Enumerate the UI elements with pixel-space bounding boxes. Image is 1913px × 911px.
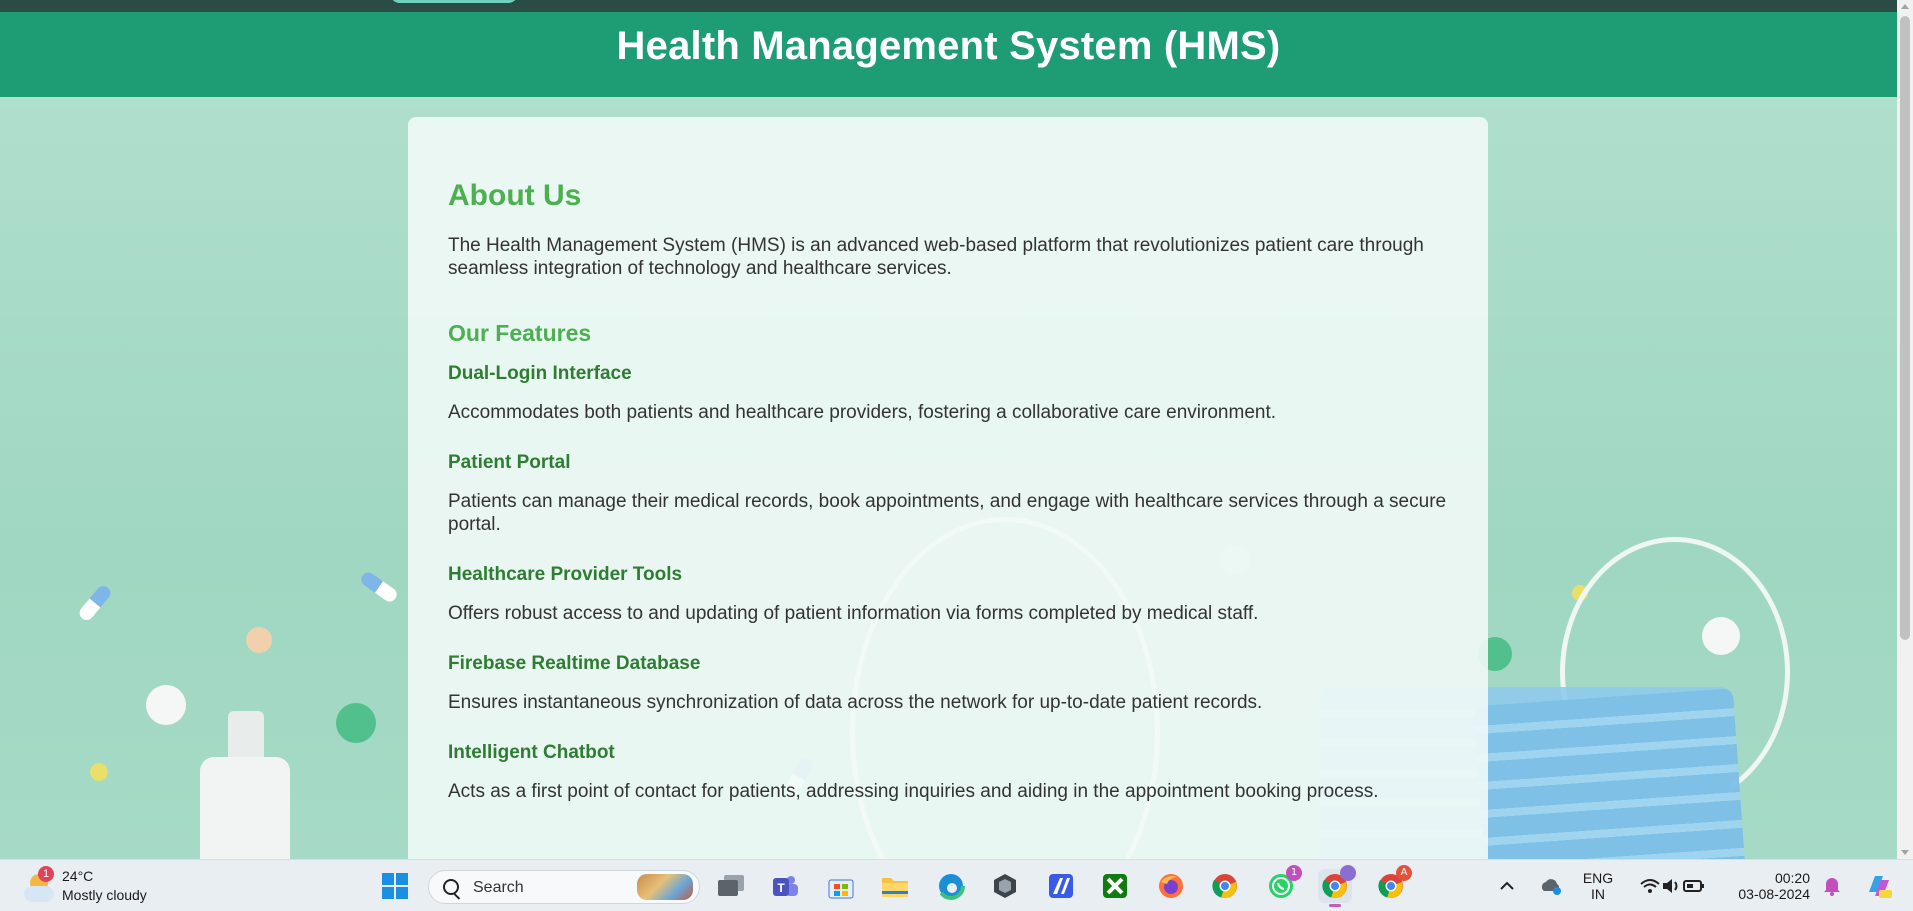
folder-icon xyxy=(882,878,908,897)
spray-bottle-decor xyxy=(200,757,290,859)
firefox-button[interactable] xyxy=(1154,869,1188,903)
edge-button[interactable] xyxy=(934,869,968,903)
search-highlight-image xyxy=(637,874,693,900)
firefox-icon xyxy=(1159,874,1183,898)
feature-description: Ensures instantaneous synchronization of… xyxy=(448,692,1263,713)
windows-logo-icon xyxy=(382,873,408,899)
notifications-button[interactable] xyxy=(1818,869,1846,903)
feature-title: Healthcare Provider Tools xyxy=(448,564,683,585)
feature-item: Intelligent Chatbot Acts as a first poin… xyxy=(448,742,1448,803)
whatsapp-badge: 1 xyxy=(1286,865,1302,881)
nav-pill[interactable] xyxy=(390,0,518,3)
cloud-sync-icon xyxy=(1541,879,1561,895)
capsule-decor xyxy=(358,569,400,605)
feature-item: Firebase Realtime Database Ensures insta… xyxy=(448,653,1448,714)
chrome-icon xyxy=(1212,874,1237,899)
copilot-icon xyxy=(1869,876,1892,898)
cube-icon xyxy=(994,874,1016,898)
clock-time: 00:20 xyxy=(1774,870,1810,886)
weather-widget[interactable]: 1 24°C Mostly cloudy xyxy=(20,866,180,904)
clock-date: 03-08-2024 xyxy=(1738,886,1810,902)
teams-icon: T xyxy=(773,876,798,896)
battery-icon xyxy=(1683,880,1704,892)
page-title: Health Management System (HMS) xyxy=(616,24,1281,68)
region-code: IN xyxy=(1591,886,1605,902)
quick-settings-button[interactable] xyxy=(1632,869,1712,903)
language-indicator[interactable]: ENG IN xyxy=(1578,870,1618,902)
cube-app-button[interactable] xyxy=(988,869,1022,903)
feature-description: Patients can manage their medical record… xyxy=(448,491,1447,535)
ai-app-button[interactable] xyxy=(1044,869,1078,903)
taskbar: 1 24°C Mostly cloudy Search T 1 A ENG IN… xyxy=(0,859,1913,911)
feature-title: Patient Portal xyxy=(448,452,571,473)
scroll-down-arrow-icon[interactable] xyxy=(1901,850,1909,855)
wifi-icon xyxy=(1640,879,1660,893)
clock[interactable]: 00:20 03-08-2024 xyxy=(1726,870,1810,902)
volume-icon xyxy=(1663,879,1678,893)
whatsapp-button[interactable]: 1 xyxy=(1264,865,1302,903)
features-heading: Our Features xyxy=(448,320,592,346)
feature-description: Acts as a first point of contact for pat… xyxy=(448,781,1379,802)
feature-item: Healthcare Provider Tools Offers robust … xyxy=(448,564,1448,625)
chrome-profile-button[interactable]: A xyxy=(1374,865,1412,903)
weather-badge: 1 xyxy=(38,866,54,882)
file-explorer-button[interactable] xyxy=(878,869,912,903)
feature-item: Dual-Login Interface Accommodates both p… xyxy=(448,363,1448,424)
pill-decor xyxy=(336,703,376,743)
taskbar-search[interactable]: Search xyxy=(428,870,700,904)
feature-title: Dual-Login Interface xyxy=(448,363,632,384)
store-button[interactable] xyxy=(824,869,858,903)
onedrive-button[interactable] xyxy=(1536,869,1566,903)
weather-temperature: 24°C xyxy=(62,868,94,884)
feature-description: Offers robust access to and updating of … xyxy=(448,603,1259,624)
pill-decor xyxy=(246,627,272,653)
app-header: Health Management System (HMS) xyxy=(0,12,1897,97)
scroll-up-arrow-icon[interactable] xyxy=(1901,4,1909,9)
ai-icon xyxy=(1049,874,1073,898)
about-heading: About Us xyxy=(448,179,582,212)
scrollbar-thumb[interactable] xyxy=(1900,16,1910,640)
feature-item: Patient Portal Patients can manage their… xyxy=(448,452,1448,536)
pill-decor xyxy=(90,763,108,781)
feature-title: Firebase Realtime Database xyxy=(448,653,701,674)
page-scrollbar[interactable] xyxy=(1897,0,1913,859)
profile-avatar-icon xyxy=(1340,865,1356,881)
task-view-icon xyxy=(718,875,744,896)
store-icon xyxy=(828,879,854,899)
weather-condition: Mostly cloudy xyxy=(62,887,147,903)
bell-icon xyxy=(1824,878,1840,896)
start-button[interactable] xyxy=(378,869,412,903)
about-card: About Us The Health Management System (H… xyxy=(408,117,1488,877)
language-code: ENG xyxy=(1582,870,1614,886)
pill-decor xyxy=(146,685,186,725)
copilot-button[interactable] xyxy=(1862,869,1896,903)
chrome-profile-badge: A xyxy=(1396,865,1412,881)
about-intro: The Health Management System (HMS) is an… xyxy=(448,235,1424,279)
search-icon xyxy=(443,879,459,895)
chrome-active-button[interactable] xyxy=(1318,865,1356,907)
chrome-button[interactable] xyxy=(1208,869,1242,903)
xbox-icon xyxy=(1103,874,1127,898)
svg-text:T: T xyxy=(777,881,785,895)
xbox-button[interactable] xyxy=(1098,869,1132,903)
search-label: Search xyxy=(473,879,524,896)
task-view-button[interactable] xyxy=(714,869,748,903)
browser-top-strip xyxy=(0,0,1897,12)
feature-title: Intelligent Chatbot xyxy=(448,742,615,763)
feature-description: Accommodates both patients and healthcar… xyxy=(448,402,1277,423)
chevron-up-icon xyxy=(1500,881,1514,890)
teams-button[interactable]: T xyxy=(768,869,802,903)
face-mask-decor xyxy=(1473,688,1747,859)
capsule-decor xyxy=(76,583,114,623)
edge-icon xyxy=(937,872,965,900)
show-hidden-icons-button[interactable] xyxy=(1494,869,1520,903)
